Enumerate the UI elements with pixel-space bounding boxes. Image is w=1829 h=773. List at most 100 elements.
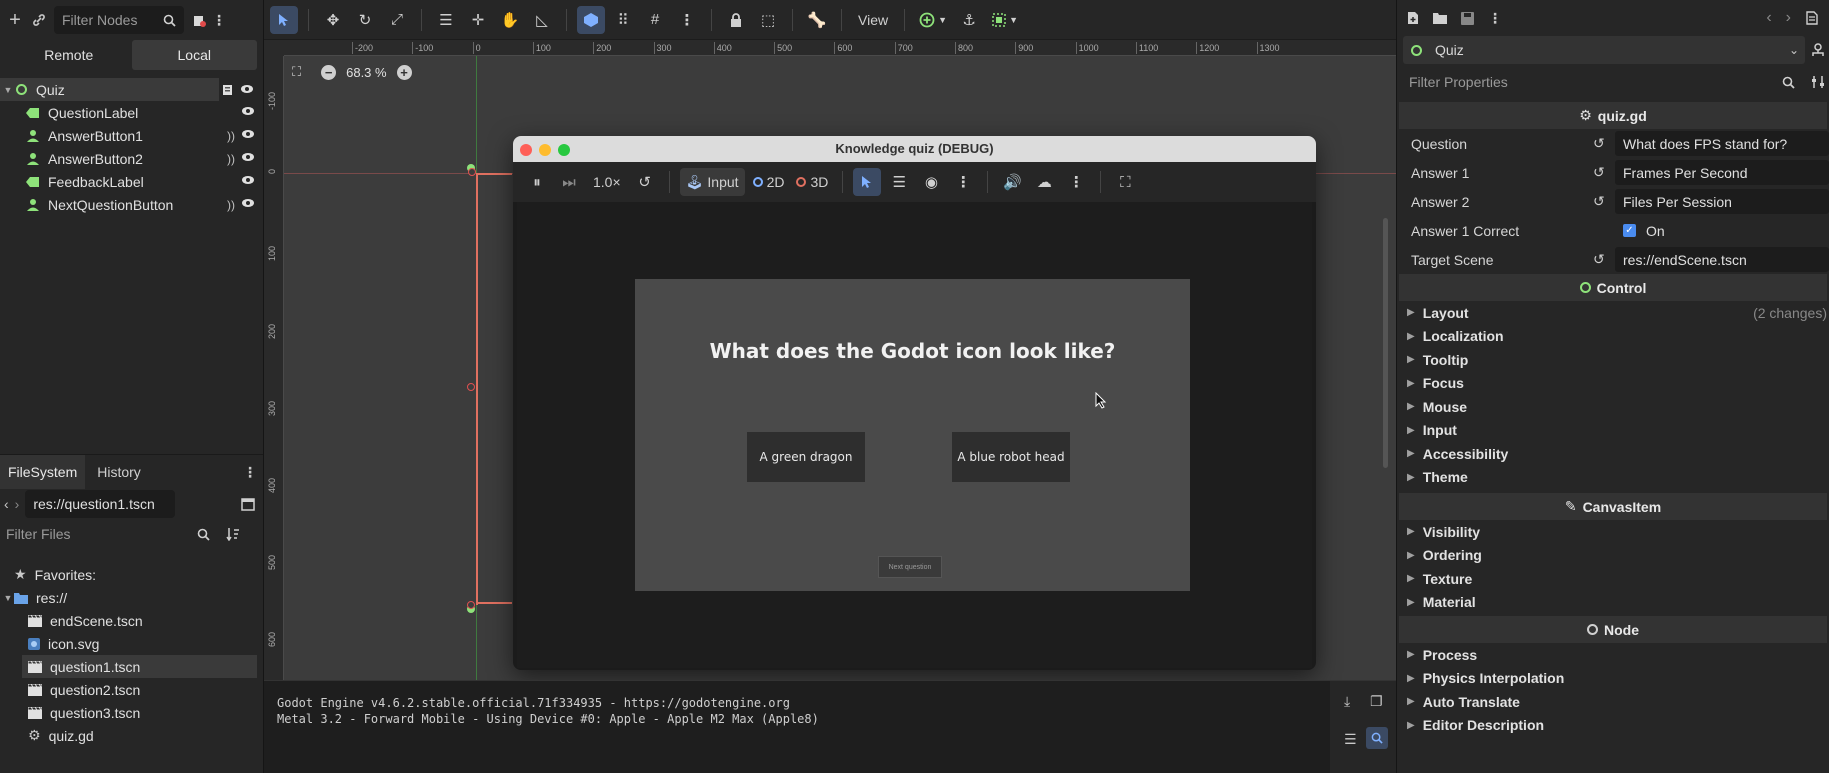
node-tree-icon[interactable] xyxy=(1811,43,1825,57)
view-menu-button[interactable]: View xyxy=(852,6,894,34)
input-mode-button[interactable]: 🕹 Input xyxy=(679,168,745,196)
anchor-icon[interactable]: ⚓ xyxy=(955,6,983,34)
chevron-down-icon[interactable]: ▼ xyxy=(2,593,14,603)
debug-window-titlebar[interactable]: Knowledge quiz (DEBUG) xyxy=(513,136,1316,162)
file-item-question1[interactable]: question1.tscn xyxy=(22,655,257,678)
speed-label[interactable]: 1.0× xyxy=(587,168,627,196)
visibility-eye-icon[interactable] xyxy=(241,174,255,189)
zoom-out-button[interactable]: − xyxy=(321,64,337,80)
clear-output-icon[interactable]: ⤓ xyxy=(1344,693,1350,710)
visibility-eye-icon[interactable] xyxy=(240,83,254,95)
target-scene-field[interactable]: res://endScene.tscn xyxy=(1615,247,1829,272)
node-section-header[interactable]: Node xyxy=(1399,616,1827,643)
tab-filesystem[interactable]: FileSystem xyxy=(0,455,86,489)
file-item-icon-svg[interactable]: icon.svg xyxy=(0,632,263,655)
script-attached-icon[interactable] xyxy=(222,84,234,96)
group-icon[interactable]: ⬚ xyxy=(754,6,782,34)
forward-arrow-icon[interactable]: › xyxy=(15,496,20,512)
favorites-row[interactable]: ★ Favorites: xyxy=(0,563,263,586)
canvasitem-section-header[interactable]: ✎ CanvasItem xyxy=(1399,493,1827,520)
filter-nodes-input[interactable]: Filter Nodes xyxy=(54,6,184,34)
group-mouse[interactable]: ▶ Mouse xyxy=(1397,395,1829,419)
answer-1-correct-checkbox[interactable]: ✓ On xyxy=(1615,218,1829,243)
group-texture[interactable]: ▶ Texture xyxy=(1397,567,1829,591)
open-folder-icon[interactable] xyxy=(1433,12,1447,24)
group-theme[interactable]: ▶ Theme xyxy=(1397,466,1829,490)
group-auto-translate[interactable]: ▶ Auto Translate xyxy=(1397,690,1829,714)
more-options-icon[interactable]: ⋮ xyxy=(212,12,226,29)
search-icon[interactable] xyxy=(1366,727,1388,749)
revert-icon[interactable]: ↺ xyxy=(1593,135,1605,152)
group-layout[interactable]: ▶ Layout (2 changes) xyxy=(1397,301,1829,325)
camera-override-icon[interactable]: ☁ xyxy=(1030,168,1058,196)
file-item-question2[interactable]: question2.tscn xyxy=(0,678,263,701)
grid-toggle-button[interactable]: # xyxy=(641,6,669,34)
sort-icon[interactable] xyxy=(226,527,240,541)
filter-files-input[interactable]: Filter Files xyxy=(6,520,218,548)
layout-dropdown[interactable]: ▼ xyxy=(987,6,1023,34)
selection-handle[interactable] xyxy=(468,168,476,176)
group-process[interactable]: ▶ Process xyxy=(1397,643,1829,667)
fullscreen-icon[interactable]: ⛶ xyxy=(1111,168,1139,196)
visibility-eye-icon[interactable] xyxy=(241,105,255,120)
smart-snap-button[interactable] xyxy=(577,5,605,34)
signal-icon[interactable]: )) xyxy=(227,129,235,143)
script-tool-icon[interactable] xyxy=(190,13,208,28)
tree-item-answer-button-1[interactable]: AnswerButton1 )) xyxy=(0,124,263,147)
more-options-icon[interactable]: ⋮ xyxy=(1062,168,1090,196)
reset-speed-icon[interactable]: ↺ xyxy=(631,168,659,196)
zoom-in-button[interactable]: + xyxy=(396,64,412,80)
more-options-icon[interactable]: ⋮ xyxy=(243,464,257,481)
selection-handle[interactable] xyxy=(467,383,475,391)
file-item-quiz-gd[interactable]: ⚙ quiz.gd xyxy=(0,724,263,747)
ruler-mode-button[interactable]: ◺ xyxy=(528,6,556,34)
signal-icon[interactable]: )) xyxy=(227,198,235,212)
question-field[interactable]: What does FPS stand for? xyxy=(1615,131,1829,156)
more-options-icon[interactable]: ⋮ xyxy=(673,6,701,34)
path-input[interactable]: res://question1.tscn xyxy=(25,490,176,518)
list-select-button[interactable]: ☰ xyxy=(432,6,460,34)
skeleton-bone-icon[interactable]: 🦴 xyxy=(803,6,831,34)
group-input[interactable]: ▶ Input xyxy=(1397,419,1829,443)
zoom-level[interactable]: 68.3 % xyxy=(346,65,386,80)
filter-properties-input[interactable]: Filter Properties xyxy=(1401,68,1803,96)
pan-mode-button[interactable]: ✋ xyxy=(496,6,524,34)
tools-icon[interactable] xyxy=(1811,75,1825,89)
rotate-mode-button[interactable]: ↻ xyxy=(351,6,379,34)
back-arrow-icon[interactable]: ‹ xyxy=(4,496,9,512)
answer-button-1[interactable]: A green dragon xyxy=(747,432,865,482)
next-question-button[interactable]: Next question xyxy=(878,556,942,578)
scale-mode-button[interactable]: ⤢ xyxy=(383,6,411,34)
group-accessibility[interactable]: ▶ Accessibility xyxy=(1397,442,1829,466)
mode-3d-button[interactable]: 3D xyxy=(792,168,832,196)
visibility-eye-icon[interactable] xyxy=(241,151,255,166)
select-mode-button[interactable] xyxy=(853,168,882,196)
chevron-down-icon[interactable]: ▼ xyxy=(2,85,14,95)
next-frame-icon[interactable]: ⏭ xyxy=(555,168,583,196)
move-mode-button[interactable]: ✥ xyxy=(319,6,347,34)
tab-local[interactable]: Local xyxy=(131,40,257,70)
game-canvas[interactable]: What does the Godot icon look like? A gr… xyxy=(517,202,1312,668)
viewport-scrollbar[interactable] xyxy=(1383,218,1388,468)
history-back-icon[interactable]: ‹ xyxy=(1766,9,1771,27)
select-mode-button[interactable] xyxy=(270,5,298,34)
more-options-icon[interactable]: ⋮ xyxy=(1488,10,1502,27)
tree-item-answer-button-2[interactable]: AnswerButton2 )) xyxy=(0,147,263,170)
grid-snap-button[interactable]: ⠿ xyxy=(609,6,637,34)
add-node-icon[interactable]: + xyxy=(6,9,24,32)
revert-icon[interactable]: ↺ xyxy=(1593,193,1605,210)
answer-1-field[interactable]: Frames Per Second xyxy=(1615,160,1829,185)
object-history-icon[interactable] xyxy=(1805,11,1819,25)
suspend-icon[interactable]: ⏸ xyxy=(523,168,551,196)
file-item-question3[interactable]: question3.tscn xyxy=(0,701,263,724)
center-view-icon[interactable]: ⛶ xyxy=(292,64,301,80)
list-select-button[interactable]: ☰ xyxy=(885,168,913,196)
selection-handle[interactable] xyxy=(467,601,475,609)
collapse-icon[interactable]: ☰ xyxy=(1344,731,1357,748)
lock-icon[interactable] xyxy=(722,6,750,34)
output-log[interactable]: Godot Engine v4.6.2.stable.official.71f3… xyxy=(277,695,819,727)
link-icon[interactable] xyxy=(30,13,48,27)
group-physics-interpolation[interactable]: ▶ Physics Interpolation xyxy=(1397,667,1829,691)
tree-item-question-label[interactable]: QuestionLabel xyxy=(0,101,263,124)
visibility-eye-icon[interactable] xyxy=(241,197,255,212)
